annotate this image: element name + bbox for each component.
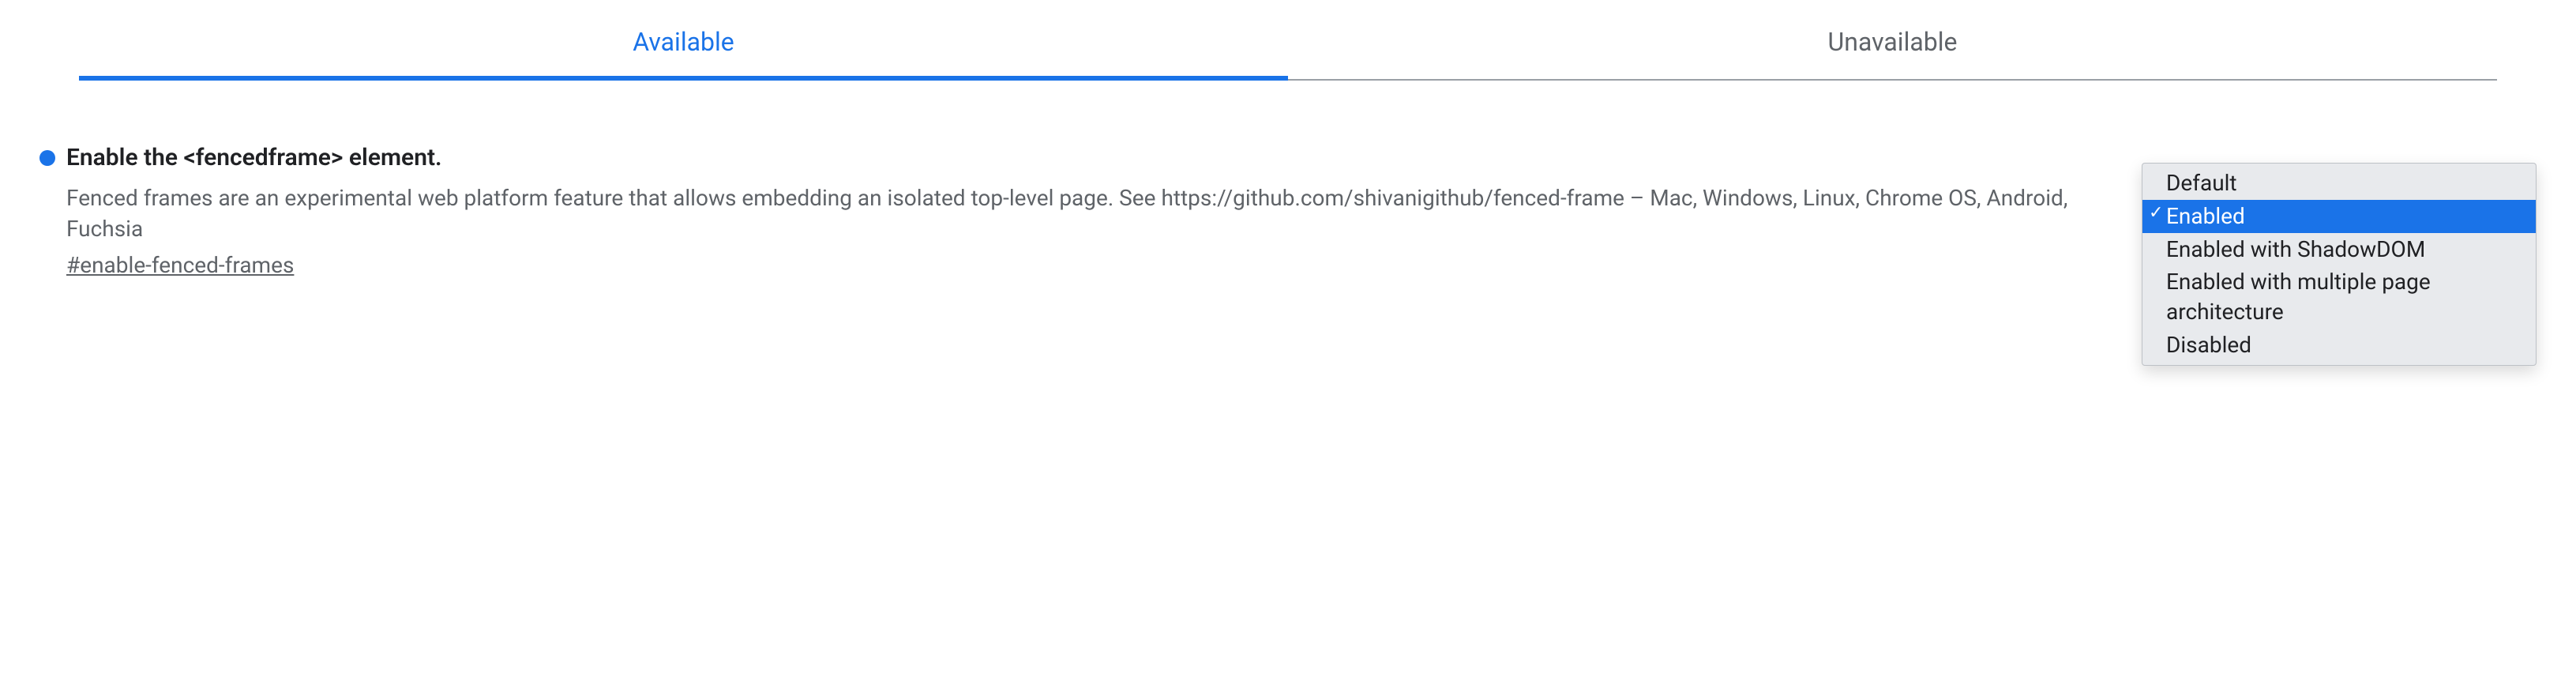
tab-unavailable[interactable]: Unavailable [1288, 16, 2497, 79]
flag-title-line: Enable the <fencedframe> element. [39, 144, 2110, 171]
dropdown-option[interactable]: Disabled [2142, 329, 2536, 362]
tab-available[interactable]: Available [79, 16, 1288, 79]
dropdown-option[interactable]: Default [2142, 167, 2536, 200]
tabs-bar: Available Unavailable [79, 16, 2497, 81]
flag-state-dropdown[interactable]: DefaultEnabledEnabled with ShadowDOMEnab… [2142, 163, 2537, 366]
dropdown-option[interactable]: Enabled with multiple page architecture [2142, 265, 2536, 329]
flag-title: Enable the <fencedframe> element. [66, 144, 442, 171]
flag-entry: Enable the <fencedframe> element. Fenced… [32, 144, 2544, 366]
flag-info: Enable the <fencedframe> element. Fenced… [39, 144, 2110, 278]
flag-hash-link[interactable]: #enable-fenced-frames [66, 252, 294, 278]
dropdown-option[interactable]: Enabled [2142, 200, 2536, 233]
modified-indicator-icon [39, 150, 55, 166]
flag-description: Fenced frames are an experimental web pl… [66, 182, 2110, 244]
dropdown-option[interactable]: Enabled with ShadowDOM [2142, 233, 2536, 266]
